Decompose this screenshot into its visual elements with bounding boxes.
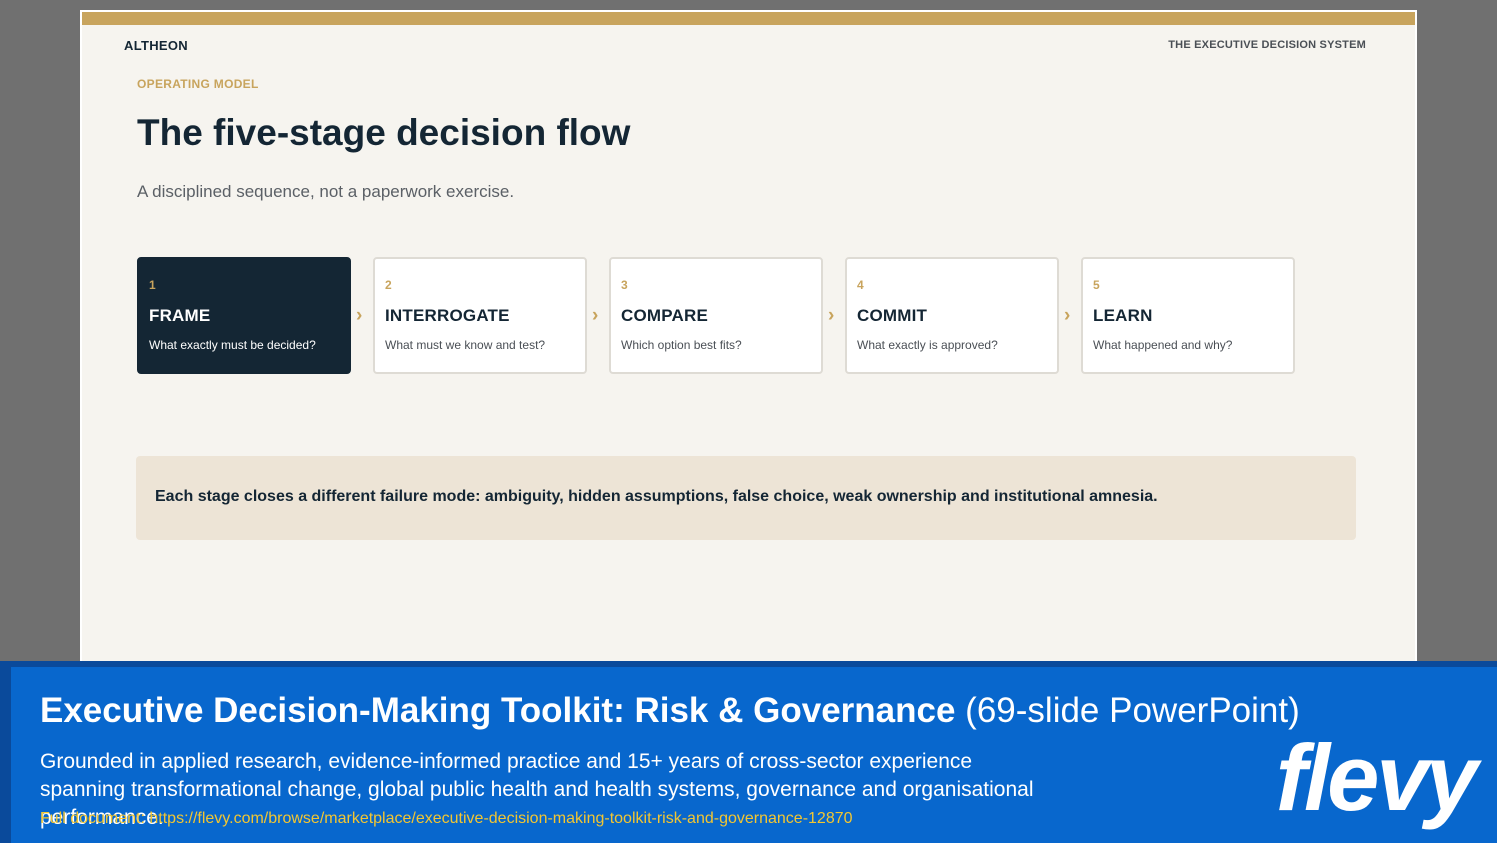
brand-name: ALTHEON xyxy=(124,38,188,53)
stage-question: What exactly is approved? xyxy=(857,338,998,352)
system-label: THE EXECUTIVE DECISION SYSTEM xyxy=(1168,39,1366,51)
stage-name: COMMIT xyxy=(857,306,928,325)
stage-number: 5 xyxy=(1093,278,1100,292)
footer-panel: Executive Decision-Making Toolkit: Risk … xyxy=(11,667,1497,843)
chevron-right-icon: › xyxy=(592,305,599,326)
stage-question: What must we know and test? xyxy=(385,338,546,352)
screen: ALTHEON THE EXECUTIVE DECISION SYSTEM OP… xyxy=(0,0,1497,843)
document-link[interactable]: Full document: https://flevy.com/browse/… xyxy=(40,810,853,828)
stage-card-compare: 3 COMPARE Which option best fits? xyxy=(609,257,823,374)
decision-flow: 1 FRAME What exactly must be decided? › … xyxy=(137,257,1297,374)
stage-name: FRAME xyxy=(149,306,211,325)
accent-bar xyxy=(82,12,1415,25)
flevy-logo[interactable]: flevy xyxy=(1276,731,1478,825)
stage-number: 2 xyxy=(385,278,392,292)
document-title-main: Executive Decision-Making Toolkit: Risk … xyxy=(40,691,956,730)
chevron-right-icon: › xyxy=(828,305,835,326)
stage-card-learn: 5 LEARN What happened and why? xyxy=(1081,257,1295,374)
document-title: Executive Decision-Making Toolkit: Risk … xyxy=(40,691,1300,731)
stage-name: INTERROGATE xyxy=(385,306,510,325)
stage-card-frame: 1 FRAME What exactly must be decided? xyxy=(137,257,351,374)
stage-name: COMPARE xyxy=(621,306,709,325)
document-footer: Executive Decision-Making Toolkit: Risk … xyxy=(0,661,1497,843)
stage-card-interrogate: 2 INTERROGATE What must we know and test… xyxy=(373,257,587,374)
slide: ALTHEON THE EXECUTIVE DECISION SYSTEM OP… xyxy=(80,10,1417,670)
failure-mode-callout: Each stage closes a different failure mo… xyxy=(136,456,1356,540)
chevron-right-icon: › xyxy=(356,305,363,326)
stage-question: What exactly must be decided? xyxy=(149,338,316,352)
stage-question: What happened and why? xyxy=(1093,338,1233,352)
section-eyebrow: OPERATING MODEL xyxy=(137,77,259,91)
stage-number: 3 xyxy=(621,278,628,292)
stage-number: 4 xyxy=(857,278,864,292)
chevron-right-icon: › xyxy=(1064,305,1071,326)
stage-number: 1 xyxy=(149,278,156,292)
slide-subtitle: A disciplined sequence, not a paperwork … xyxy=(137,182,515,201)
slide-title: The five-stage decision flow xyxy=(137,112,631,153)
stage-card-commit: 4 COMMIT What exactly is approved? xyxy=(845,257,1059,374)
stage-name: LEARN xyxy=(1093,306,1153,325)
stage-question: Which option best fits? xyxy=(621,338,742,352)
document-title-format: (69-slide PowerPoint) xyxy=(965,691,1300,730)
